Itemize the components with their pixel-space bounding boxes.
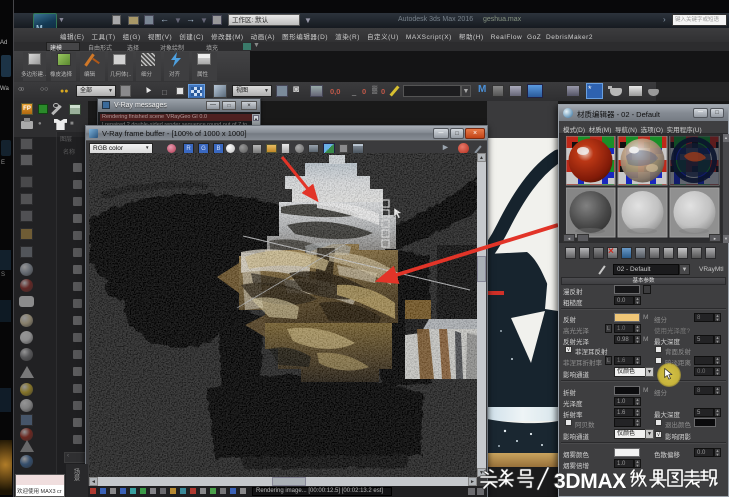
svg-text:3DMAX: 3DMAX xyxy=(554,470,626,493)
